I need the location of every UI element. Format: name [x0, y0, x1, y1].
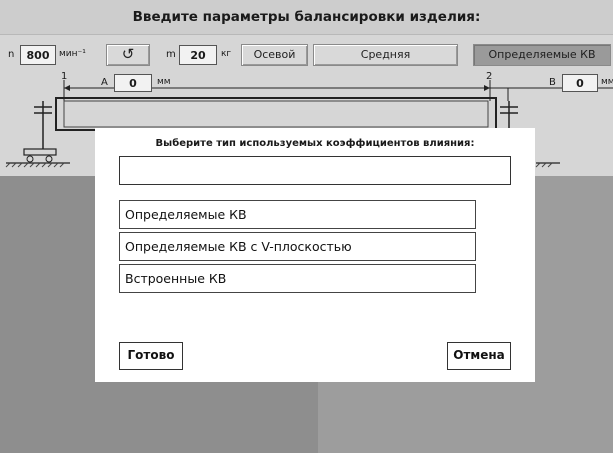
n-label: n	[8, 49, 15, 60]
a-label: A	[101, 77, 108, 88]
support-2-label: 2	[486, 71, 493, 82]
mass-value-field[interactable]: 20	[179, 45, 217, 65]
m-label: m	[166, 49, 176, 60]
mass-unit: кг	[221, 49, 232, 59]
page-title: Введите параметры балансировки изделия:	[132, 9, 481, 25]
balancing-screen: Введите параметры балансировки изделия: …	[0, 0, 613, 453]
dialog-prompt: Выберите тип используемых коэффициентов …	[155, 138, 475, 149]
left-support-base	[23, 148, 57, 156]
rpm-value-field[interactable]: 800	[20, 45, 56, 65]
parameter-row: n 800 мин⁻¹ ↺ m 20 кг Осевой Средняя Опр…	[0, 43, 613, 71]
axial-button[interactable]: Осевой	[241, 44, 308, 66]
cancel-button[interactable]: Отмена	[447, 342, 511, 370]
a-unit: мм	[157, 77, 171, 87]
option-determined-coefficients-v-plane[interactable]: Определяемые КВ с V-плоскостью	[119, 232, 476, 261]
support-1-label: 1	[61, 71, 68, 82]
title-bar: Введите параметры балансировки изделия:	[0, 0, 613, 35]
option-determined-coefficients[interactable]: Определяемые КВ	[119, 200, 476, 229]
coefficient-type-dialog: Выберите тип используемых коэффициентов …	[95, 128, 535, 382]
rpm-unit: мин⁻¹	[59, 49, 86, 59]
b-label: B	[549, 77, 556, 88]
b-value-field[interactable]: 0	[562, 74, 598, 92]
dimension-arrow-mid	[484, 85, 490, 91]
b-unit: мм	[601, 77, 613, 87]
coefficients-button[interactable]: Определяемые КВ	[473, 44, 611, 66]
selected-type-field[interactable]	[119, 156, 511, 185]
middle-button[interactable]: Средняя	[313, 44, 458, 66]
rotate-ccw-icon: ↺	[121, 45, 135, 63]
dimension-arrow-left	[64, 85, 70, 91]
rotation-direction-button[interactable]: ↺	[106, 44, 150, 66]
ok-button[interactable]: Готово	[119, 342, 183, 370]
left-support-wheel	[26, 155, 34, 163]
rotor-body	[55, 97, 497, 131]
a-value-field[interactable]: 0	[114, 74, 152, 92]
option-builtin-coefficients[interactable]: Встроенные КВ	[119, 264, 476, 293]
